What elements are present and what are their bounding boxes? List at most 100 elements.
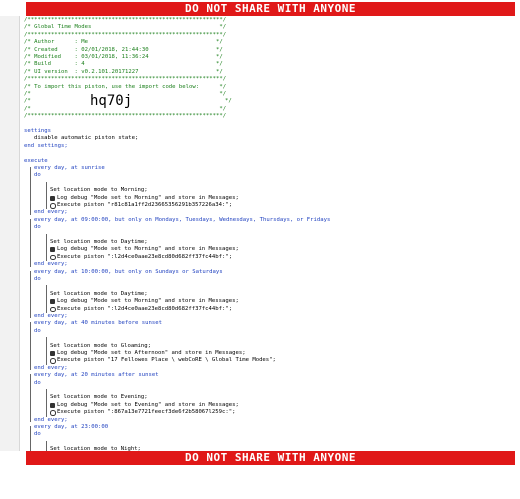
location-mode-action: Set location mode to Daytime; [50,290,148,297]
code-line: 8/* UI version : v0.2.101.20171227 */ [24,68,223,75]
code-line: 51 [20,387,515,394]
code-line: 21Pevery day, at sunrise [20,165,515,172]
code-line: 28Pevery day, at 09:00:00, but only on M… [20,217,515,224]
code-line: 1/**************************************… [24,17,227,23]
code-line: 20execute [24,157,48,164]
code-line: 50do [20,380,515,387]
code-line: 22do [20,172,515,179]
code-line: 54Execute piston ":867a13e7721feecf3de6f… [20,409,515,416]
code-line: 57do [20,431,515,438]
import-code[interactable]: hq70j [90,94,132,108]
do-keyword: do [34,172,41,179]
execute-icon [50,410,56,416]
every-statement: every day, at 10:00:00, but only on Sund… [34,268,223,275]
log-icon [50,195,55,201]
code-line: 42Pevery day, at 40 minutes before sunse… [20,320,515,327]
code-line: 40Execute piston ":l2d4ce0aae23e8cd80d68… [20,306,515,313]
location-mode-action: Set location mode to Evening; [50,394,148,401]
code-line: 29do [20,224,515,231]
code-line: 41end every; [20,313,515,320]
end-every-keyword: end every; [34,313,68,319]
code-line: 52Set location mode to Evening; [20,394,515,401]
log-icon [50,402,55,408]
code-line: 46Log debug "Mode set to Afternoon" and … [20,350,515,357]
log-icon [50,247,55,253]
every-block-bracket [30,218,31,267]
line-gutter [0,16,20,451]
code-line: 48end every; [20,365,515,372]
code-line: 55end every; [20,417,515,424]
execute-action: Execute piston ":l2d4ce0aae23e8cd80d682f… [57,305,233,312]
warning-banner-top: DO NOT SHARE WITH ANYONE [26,2,515,16]
every-block-bracket [30,426,31,451]
import-code-close: */ [225,98,232,105]
code-line: 10/* To import this piston, use the impo… [24,83,227,90]
code-line: 6/* Modified : 03/01/2018, 11:36:24 */ [24,54,223,60]
code-line: 24Set location mode to Morning; [20,187,515,194]
every-statement: every day, at 09:00:00, but only on Mond… [34,216,331,223]
code-line: 47Execute piston "17 Fellowes Place \ we… [20,357,515,364]
do-block-bracket [46,181,47,210]
execute-icon [50,306,56,313]
do-block-bracket [46,285,47,313]
every-statement: every day, at 20 minutes after sunset [34,372,159,379]
execute-icon [50,203,56,209]
code-line: 38Set location mode to Daytime; [20,291,515,298]
code-line: 17disable automatic piston state; [34,135,139,142]
do-keyword: do [34,379,41,386]
execute-action: Execute piston ":867a13e7721feecf3de6f2b… [57,409,236,416]
log-action: Log debug "Mode set to Morning" and stor… [57,246,239,253]
do-block-bracket [46,389,47,417]
code-line: 19 [20,150,515,157]
log-action: Log debug "Mode set to Evening" and stor… [57,401,239,408]
code-line: 35Pevery day, at 10:00:00, but only on S… [20,269,515,276]
execute-action: Execute piston "17 Fellowes Place \ webC… [57,357,276,364]
code-line: 49Pevery day, at 20 minutes after sunset [20,372,515,379]
end-every-keyword: end every; [34,261,68,268]
do-keyword: do [34,276,41,282]
every-statement: every day, at sunrise [34,165,105,171]
every-block-bracket [30,167,31,215]
execute-action: Execute piston "r81c81a1ff2d23665356291b… [57,202,233,208]
every-block-bracket [30,374,31,422]
code-line: 32Log debug "Mode set to Morning" and st… [20,246,515,253]
code-line: 25Log debug "Mode set to Morning" and st… [20,195,515,202]
code-line: 15 [20,121,515,128]
do-keyword: do [34,431,41,438]
location-mode-action: Set location mode to Gloaming; [50,342,152,349]
warning-banner-bottom: DO NOT SHARE WITH ANYONE [26,451,515,465]
do-keyword: do [34,224,41,231]
code-line: 5/* Created : 02/01/2018, 21:44:30 */ [24,46,223,53]
every-statement: every day, at 23:00:00 [34,424,109,430]
code-line: 27end every; [20,209,515,216]
end-every-keyword: end every; [34,209,68,216]
code-line: 3/**************************************… [24,31,227,38]
code-line: 14/*************************************… [24,113,227,120]
code-line: 43do [20,328,515,335]
code-line: 31Set location mode to Daytime; [20,239,515,246]
every-block-bracket [30,270,31,319]
do-keyword: do [34,327,41,334]
code-line: 45Set location mode to Gloaming; [20,343,515,350]
execute-icon [50,254,56,261]
do-block-bracket [46,233,47,262]
every-statement: every day, at 40 minutes before sunset [34,320,162,327]
end-every-keyword: end every; [34,364,68,371]
location-mode-action: Set location mode to Daytime; [50,239,148,245]
code-line: 58 [20,439,515,446]
code-line: 30 [20,232,515,239]
do-block-bracket [46,440,47,451]
code-area: 1/**************************************… [20,16,515,451]
code-line: 33Execute piston ":l2d4ce0aae23e8cd80d68… [20,254,515,261]
code-line: 36do [20,276,515,283]
code-line: 18end settings; [24,142,68,149]
execute-icon [50,358,56,364]
every-block-bracket [30,322,31,371]
code-line: 56Pevery day, at 23:00:00 [20,424,515,431]
code-line: 2/* Global Time Modes */ [24,24,227,31]
code-line: 16settings [24,128,51,134]
log-action: Log debug "Mode set to Morning" and stor… [57,194,239,201]
page-margin [0,480,520,499]
code-line: 9/**************************************… [24,76,227,83]
code-line: 39Log debug "Mode set to Morning" and st… [20,298,515,305]
